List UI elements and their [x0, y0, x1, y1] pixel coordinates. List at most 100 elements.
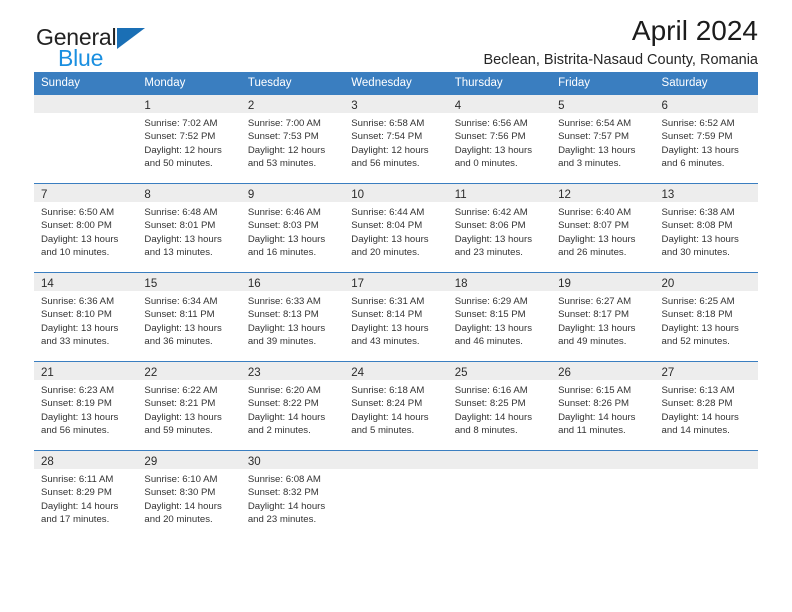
- day-cell[interactable]: 5 Sunrise: 6:54 AM Sunset: 7:57 PM Daylight…: [551, 94, 655, 183]
- day-cell[interactable]: 11 Sunrise: 6:42 AM Sunset: 8:06 PM Dayligh…: [447, 183, 552, 272]
- day-details: Sunrise: 6:48 AM Sunset: 8:01 PM Daylight:…: [137, 202, 240, 259]
- day-number-band: 19: [551, 273, 655, 291]
- calendar-cell[interactable]: 1 Sunrise: 7:02 AM Sunset: 7:52 PM Daylight…: [137, 94, 241, 183]
- calendar-cell[interactable]: 2 Sunrise: 7:00 AM Sunset: 7:53 PM Daylight…: [240, 94, 345, 183]
- page-subtitle: Beclean, Bistrita-Nasaud County, Romania: [483, 52, 758, 68]
- day-cell[interactable]: 30 Sunrise: 6:08 AM Sunset: 8:32 PM Dayligh…: [240, 450, 345, 539]
- day-cell[interactable]: 18 Sunrise: 6:29 AM Sunset: 8:15 PM Dayligh…: [447, 272, 552, 361]
- calendar-cell[interactable]: 5 Sunrise: 6:54 AM Sunset: 7:57 PM Daylight…: [551, 94, 655, 183]
- calendar-cell[interactable]: [654, 450, 758, 539]
- calendar-cell[interactable]: [34, 94, 138, 183]
- weekday-header-wednesday: Wednesday: [344, 72, 448, 94]
- day-cell[interactable]: 22 Sunrise: 6:22 AM Sunset: 8:21 PM Dayligh…: [137, 361, 241, 450]
- day-number: 1: [144, 100, 151, 112]
- sunset-time: Sunset: 8:30 PM: [144, 487, 216, 499]
- day-cell[interactable]: 27 Sunrise: 6:13 AM Sunset: 8:28 PM Dayligh…: [654, 361, 758, 450]
- daylight-duration-line1: Daylight: 14 hours: [41, 500, 119, 512]
- day-cell[interactable]: 8 Sunrise: 6:48 AM Sunset: 8:01 PM Daylight…: [137, 183, 241, 272]
- day-cell[interactable]: 3 Sunrise: 6:58 AM Sunset: 7:54 PM Daylight…: [344, 94, 448, 183]
- calendar-cell[interactable]: 23 Sunrise: 6:20 AM Sunset: 8:22 PM Dayligh…: [240, 361, 345, 450]
- day-cell[interactable]: 29 Sunrise: 6:10 AM Sunset: 8:30 PM Dayligh…: [137, 450, 241, 539]
- calendar-cell[interactable]: 8 Sunrise: 6:48 AM Sunset: 8:01 PM Daylight…: [137, 183, 241, 272]
- day-cell[interactable]: 17 Sunrise: 6:31 AM Sunset: 8:14 PM Dayligh…: [344, 272, 448, 361]
- sunrise-time: Sunrise: 6:16 AM: [454, 385, 528, 396]
- calendar-cell[interactable]: 12 Sunrise: 6:40 AM Sunset: 8:07 PM Dayligh…: [551, 183, 655, 272]
- day-cell[interactable]: 4 Sunrise: 6:56 AM Sunset: 7:56 PM Daylight…: [447, 94, 552, 183]
- sunrise-time: Sunrise: 6:42 AM: [454, 207, 528, 218]
- day-number: 7: [41, 189, 48, 201]
- daylight-duration-line2: and 39 minutes.: [247, 335, 317, 347]
- calendar-cell[interactable]: 16 Sunrise: 6:33 AM Sunset: 8:13 PM Dayligh…: [240, 272, 345, 361]
- calendar-cell[interactable]: 28 Sunrise: 6:11 AM Sunset: 8:29 PM Dayligh…: [34, 450, 138, 539]
- day-cell[interactable]: 14 Sunrise: 6:36 AM Sunset: 8:10 PM Dayligh…: [34, 272, 138, 361]
- calendar-cell[interactable]: 25 Sunrise: 6:16 AM Sunset: 8:25 PM Dayligh…: [447, 361, 552, 450]
- calendar-week-row: 14 Sunrise: 6:36 AM Sunset: 8:10 PM Dayligh…: [34, 272, 758, 361]
- day-cell[interactable]: 28 Sunrise: 6:11 AM Sunset: 8:29 PM Dayligh…: [34, 450, 138, 539]
- page-header: General Blue April 2024 Beclean, Bistrit…: [34, 0, 758, 72]
- day-details: Sunrise: 6:29 AM Sunset: 8:15 PM Daylight:…: [448, 291, 551, 348]
- daylight-duration-line1: Daylight: 13 hours: [661, 322, 739, 334]
- calendar-cell[interactable]: 6 Sunrise: 6:52 AM Sunset: 7:59 PM Daylight…: [654, 94, 758, 183]
- logo-word-blue: Blue: [58, 45, 104, 71]
- sunrise-time: Sunrise: 6:50 AM: [41, 207, 115, 218]
- calendar-cell[interactable]: 4 Sunrise: 6:56 AM Sunset: 7:56 PM Daylight…: [447, 94, 552, 183]
- day-number: 27: [661, 367, 675, 379]
- calendar-cell[interactable]: 30 Sunrise: 6:08 AM Sunset: 8:32 PM Dayligh…: [240, 450, 345, 539]
- calendar-cell[interactable]: 18 Sunrise: 6:29 AM Sunset: 8:15 PM Dayligh…: [447, 272, 552, 361]
- calendar-cell[interactable]: 17 Sunrise: 6:31 AM Sunset: 8:14 PM Dayligh…: [344, 272, 448, 361]
- calendar-cell[interactable]: 27 Sunrise: 6:13 AM Sunset: 8:28 PM Dayligh…: [654, 361, 758, 450]
- daylight-duration-line1: Daylight: 13 hours: [558, 322, 636, 334]
- day-cell[interactable]: 9 Sunrise: 6:46 AM Sunset: 8:03 PM Daylight…: [240, 183, 345, 272]
- day-cell[interactable]: 16 Sunrise: 6:33 AM Sunset: 8:13 PM Dayligh…: [240, 272, 345, 361]
- day-number-band: 20: [654, 273, 758, 291]
- day-cell[interactable]: 19 Sunrise: 6:27 AM Sunset: 8:17 PM Dayligh…: [551, 272, 655, 361]
- calendar-cell[interactable]: 7 Sunrise: 6:50 AM Sunset: 8:00 PM Daylight…: [34, 183, 138, 272]
- day-cell[interactable]: 25 Sunrise: 6:16 AM Sunset: 8:25 PM Dayligh…: [447, 361, 552, 450]
- day-cell[interactable]: 1 Sunrise: 7:02 AM Sunset: 7:52 PM Daylight…: [137, 94, 241, 183]
- calendar-cell[interactable]: 21 Sunrise: 6:23 AM Sunset: 8:19 PM Dayligh…: [34, 361, 138, 450]
- calendar-cell[interactable]: 19 Sunrise: 6:27 AM Sunset: 8:17 PM Dayligh…: [551, 272, 655, 361]
- day-cell[interactable]: 15 Sunrise: 6:34 AM Sunset: 8:11 PM Dayligh…: [137, 272, 241, 361]
- calendar-cell[interactable]: 14 Sunrise: 6:36 AM Sunset: 8:10 PM Dayligh…: [34, 272, 138, 361]
- day-cell[interactable]: 7 Sunrise: 6:50 AM Sunset: 8:00 PM Daylight…: [34, 183, 138, 272]
- sunrise-time: Sunrise: 6:56 AM: [454, 118, 528, 129]
- day-number-band: 11: [447, 184, 552, 202]
- calendar-cell[interactable]: 11 Sunrise: 6:42 AM Sunset: 8:06 PM Dayligh…: [447, 183, 552, 272]
- calendar-cell[interactable]: [447, 450, 552, 539]
- calendar-cell[interactable]: 9 Sunrise: 6:46 AM Sunset: 8:03 PM Daylight…: [240, 183, 345, 272]
- daylight-duration-line1: Daylight: 13 hours: [41, 322, 119, 334]
- general-blue-logo[interactable]: General Blue: [36, 26, 146, 71]
- day-number: 9: [247, 189, 255, 201]
- calendar-cell[interactable]: 24 Sunrise: 6:18 AM Sunset: 8:24 PM Dayligh…: [344, 361, 448, 450]
- day-cell[interactable]: 12 Sunrise: 6:40 AM Sunset: 8:07 PM Dayligh…: [551, 183, 655, 272]
- day-number: 4: [454, 100, 462, 112]
- daylight-duration-line1: Daylight: 14 hours: [351, 411, 429, 423]
- day-cell[interactable]: 26 Sunrise: 6:15 AM Sunset: 8:26 PM Dayligh…: [551, 361, 655, 450]
- sunset-time: Sunset: 8:00 PM: [41, 220, 112, 232]
- day-cell[interactable]: 24 Sunrise: 6:18 AM Sunset: 8:24 PM Dayligh…: [344, 361, 448, 450]
- day-cell[interactable]: 23 Sunrise: 6:20 AM Sunset: 8:22 PM Dayligh…: [240, 361, 345, 450]
- calendar-cell[interactable]: 29 Sunrise: 6:10 AM Sunset: 8:30 PM Dayligh…: [137, 450, 241, 539]
- calendar-cell[interactable]: 15 Sunrise: 6:34 AM Sunset: 8:11 PM Dayligh…: [137, 272, 241, 361]
- day-number-band: 25: [447, 362, 552, 380]
- calendar-body: 1 Sunrise: 7:02 AM Sunset: 7:52 PM Daylight…: [34, 94, 758, 539]
- calendar-cell[interactable]: 10 Sunrise: 6:44 AM Sunset: 8:04 PM Dayligh…: [344, 183, 448, 272]
- calendar-cell[interactable]: 13 Sunrise: 6:38 AM Sunset: 8:08 PM Dayligh…: [654, 183, 758, 272]
- calendar-cell[interactable]: 3 Sunrise: 6:58 AM Sunset: 7:54 PM Daylight…: [344, 94, 448, 183]
- calendar-cell[interactable]: 22 Sunrise: 6:22 AM Sunset: 8:21 PM Dayligh…: [137, 361, 241, 450]
- triangle-icon: [117, 28, 146, 49]
- day-cell[interactable]: 10 Sunrise: 6:44 AM Sunset: 8:04 PM Dayligh…: [344, 183, 448, 272]
- day-cell[interactable]: 2 Sunrise: 7:00 AM Sunset: 7:53 PM Daylight…: [240, 94, 345, 183]
- day-cell-empty: [551, 450, 655, 539]
- sunrise-time: Sunrise: 6:27 AM: [558, 296, 632, 307]
- calendar-cell[interactable]: 20 Sunrise: 6:25 AM Sunset: 8:18 PM Dayligh…: [654, 272, 758, 361]
- calendar-cell[interactable]: 26 Sunrise: 6:15 AM Sunset: 8:26 PM Dayligh…: [551, 361, 655, 450]
- day-cell[interactable]: 6 Sunrise: 6:52 AM Sunset: 7:59 PM Daylight…: [654, 94, 758, 183]
- calendar-cell[interactable]: [551, 450, 655, 539]
- calendar-cell[interactable]: [344, 450, 448, 539]
- daylight-duration-line2: and 2 minutes.: [247, 424, 311, 436]
- day-cell[interactable]: 13 Sunrise: 6:38 AM Sunset: 8:08 PM Dayligh…: [654, 183, 758, 272]
- day-cell[interactable]: 21 Sunrise: 6:23 AM Sunset: 8:19 PM Dayligh…: [34, 361, 138, 450]
- day-cell[interactable]: 20 Sunrise: 6:25 AM Sunset: 8:18 PM Dayligh…: [654, 272, 758, 361]
- sunrise-time: Sunrise: 7:02 AM: [144, 118, 218, 129]
